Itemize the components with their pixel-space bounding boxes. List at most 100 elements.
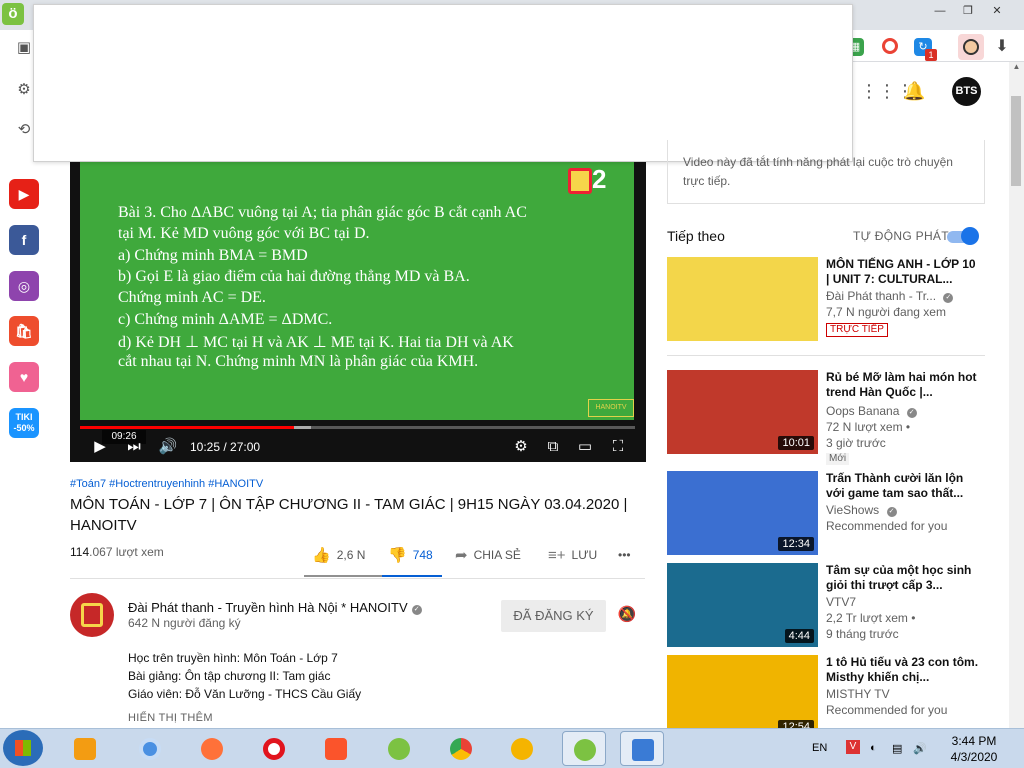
board-line: b) Gọi E là giao điểm của hai đường thẳn… <box>118 268 470 285</box>
apps-grid-icon[interactable]: ⋮⋮⋮ <box>860 80 914 102</box>
duration-badge: 12:54 <box>778 720 814 728</box>
sidebar-item-shopee[interactable]: 🛍 <box>9 316 39 346</box>
recommendation-meta: 7,7 N người đang xem <box>826 305 946 319</box>
dislike-button[interactable]: 👎 748 <box>388 545 433 565</box>
progress-played <box>80 426 294 429</box>
theater-mode-icon[interactable]: ▭ <box>575 436 595 458</box>
more-actions-button[interactable]: ••• <box>618 545 631 565</box>
board-line: Chứng minh AC = DE. <box>118 289 266 306</box>
history-icon[interactable]: ⟲ <box>14 120 34 140</box>
share-button[interactable]: ➦ CHIA SẺ <box>455 545 521 565</box>
opera-taskbar-icon[interactable] <box>252 731 296 766</box>
download-icon[interactable]: ⬇ <box>992 36 1012 56</box>
scroll-up-arrow-icon[interactable]: ▲ <box>1009 62 1024 76</box>
video-thumbnail[interactable]: 4:44 <box>667 563 818 647</box>
chat-disabled-text: Video này đã tắt tính năng phát lại cuộc… <box>683 155 953 188</box>
sidebar-item-coccoc[interactable]: ◎ <box>9 271 39 301</box>
close-button[interactable]: ✕ <box>983 2 1011 18</box>
recommendation-channel: Đài Phát thanh - Tr... ✓ <box>826 289 996 304</box>
video-title: MÔN TOÁN - LỚP 7 | ÔN TẬP CHƯƠNG II - TA… <box>70 496 628 534</box>
blank-popup-overlay <box>33 4 853 162</box>
coccoc-logo-icon[interactable]: ö <box>2 3 24 25</box>
sidebar-item-tiki[interactable]: TIKI -50% <box>9 408 39 438</box>
autoplay-toggle-knob[interactable] <box>961 227 979 245</box>
volume-icon[interactable]: 🔊 <box>158 436 178 458</box>
section-divider <box>667 355 985 356</box>
recommendation-meta: 72 N lượt xem • <box>826 420 911 434</box>
channel-name[interactable]: Đài Phát thanh - Truyền hình Hà Nội * HA… <box>128 600 422 615</box>
like-button[interactable]: 👍 2,6 N <box>312 545 365 565</box>
language-indicator[interactable]: EN <box>812 742 827 754</box>
recommendation-title[interactable]: Tâm sự của một học sinh giỏi thi trượt c… <box>826 563 981 593</box>
description-line: Học trên truyền hình: Môn Toán - Lớp 7 <box>128 651 338 665</box>
system-clock[interactable]: 3:44 PM 4/3/2020 <box>944 733 1004 765</box>
thumbs-up-icon: 👍 <box>312 547 331 564</box>
recommendation-title[interactable]: 1 tô Hủ tiếu và 23 con tôm. Misthy khiến… <box>826 655 981 685</box>
coccoc-taskbar-icon[interactable] <box>377 731 421 766</box>
recommendation-title[interactable]: Trấn Thành cười lăn lộn với game tam sao… <box>826 471 981 501</box>
video-thumbnail[interactable]: 10:01 <box>667 370 818 454</box>
miniplayer-icon[interactable]: ⧉ <box>543 436 563 458</box>
divider <box>70 578 645 579</box>
recommendation-channel: MISTHY TV <box>826 687 890 701</box>
video-hashtags[interactable]: #Toán7 #Hoctrentruyenhinh #HANOITV <box>70 478 263 490</box>
recommendation-title[interactable]: MÔN TIẾNG ANH - LỚP 10 | UNIT 7: CULTURA… <box>826 257 981 287</box>
firefox-taskbar-icon[interactable] <box>190 731 234 766</box>
volume-tray-icon[interactable]: 🔊 <box>913 742 927 755</box>
recommendation-meta: 2,2 Tr lượt xem • <box>826 611 916 625</box>
remote-desktop-taskbar-icon[interactable] <box>620 731 664 766</box>
notification-bell-icon[interactable]: 🔔 <box>903 80 925 102</box>
show-more-button[interactable]: HIỂN THỊ THÊM <box>128 712 213 724</box>
sidebar-item-facebook[interactable]: f <box>9 225 39 255</box>
recommendation-channel: VieShows ✓ <box>826 503 996 518</box>
vpn-taskbar-icon[interactable] <box>500 731 544 766</box>
minimize-button[interactable]: — <box>926 2 954 18</box>
new-badge: Mới <box>826 453 850 465</box>
video-thumbnail[interactable]: 12:54 <box>667 655 818 728</box>
next-icon[interactable]: ⏭ <box>124 436 144 458</box>
notification-off-icon[interactable]: 🔕 <box>617 605 637 625</box>
verified-icon: ✓ <box>906 408 917 418</box>
settings-icon[interactable]: ⚙ <box>14 80 34 100</box>
settings-gear-icon[interactable]: ⚙ <box>511 436 531 458</box>
recommendation-meta: 3 giờ trước <box>826 436 886 450</box>
board-line: c) Chứng minh ΔAME = ΔDMC. <box>118 311 333 328</box>
subscribe-button[interactable]: ĐÃ ĐĂNG KÝ <box>501 600 606 632</box>
maximize-button[interactable]: ❐ <box>954 2 982 18</box>
save-button[interactable]: ≡+ LƯU <box>548 545 597 565</box>
chromium-taskbar-icon[interactable] <box>128 731 172 766</box>
recommendation-meta: Recommended for you <box>826 519 948 533</box>
verified-icon: ✓ <box>943 293 954 303</box>
extension-badge: 1 <box>925 49 937 61</box>
new-badge-wrap: Mới <box>826 450 996 465</box>
chrome-taskbar-icon[interactable] <box>439 731 483 766</box>
start-button[interactable] <box>3 730 43 766</box>
video-thumbnail[interactable]: 12:34 <box>667 471 818 555</box>
antivirus-tray-icon[interactable]: V <box>846 740 860 754</box>
play-icon[interactable]: ▶ <box>90 436 110 458</box>
coccoc-active-taskbar-icon[interactable] <box>562 731 606 766</box>
sentiment-bar-dislike <box>382 575 442 577</box>
scrollbar-thumb[interactable] <box>1011 96 1021 186</box>
account-avatar[interactable]: BTS <box>952 77 981 106</box>
tray-app-icon[interactable]: ◐ <box>870 742 877 754</box>
channel-avatar[interactable] <box>70 593 114 637</box>
sidebar-panel-icon[interactable]: ▣ <box>14 38 34 58</box>
recommendation-meta: 9 tháng trước <box>826 627 899 641</box>
chrome-extension-icon[interactable] <box>882 38 898 54</box>
description-line: Giáo viên: Đỗ Văn Lưỡng - THCS Cầu Giấy <box>128 687 362 701</box>
board-line: tại M. Kẻ MD vuông góc với BC tại D. <box>118 225 370 242</box>
recommendation-title[interactable]: Rủ bé Mỡ làm hai món hot trend Hàn Quốc … <box>826 370 981 400</box>
profile-avatar[interactable] <box>958 34 984 60</box>
media-player-taskbar-icon[interactable] <box>63 731 107 766</box>
recommendation-meta: Recommended for you <box>826 703 948 717</box>
brave-taskbar-icon[interactable] <box>314 731 358 766</box>
video-player[interactable]: 2 Bài 3. Cho ΔABC vuông tại A; tia phân … <box>70 162 646 462</box>
subscriber-count: 642 N người đăng ký <box>128 616 241 630</box>
fullscreen-icon[interactable]: ⛶ <box>608 436 628 458</box>
network-tray-icon[interactable]: ▤ <box>892 742 902 755</box>
sidebar-item-heart[interactable]: ♥ <box>9 362 39 392</box>
sidebar-item-youtube[interactable]: ▶ <box>9 179 39 209</box>
up-next-label: Tiếp theo <box>667 228 725 244</box>
video-thumbnail[interactable] <box>667 257 818 341</box>
